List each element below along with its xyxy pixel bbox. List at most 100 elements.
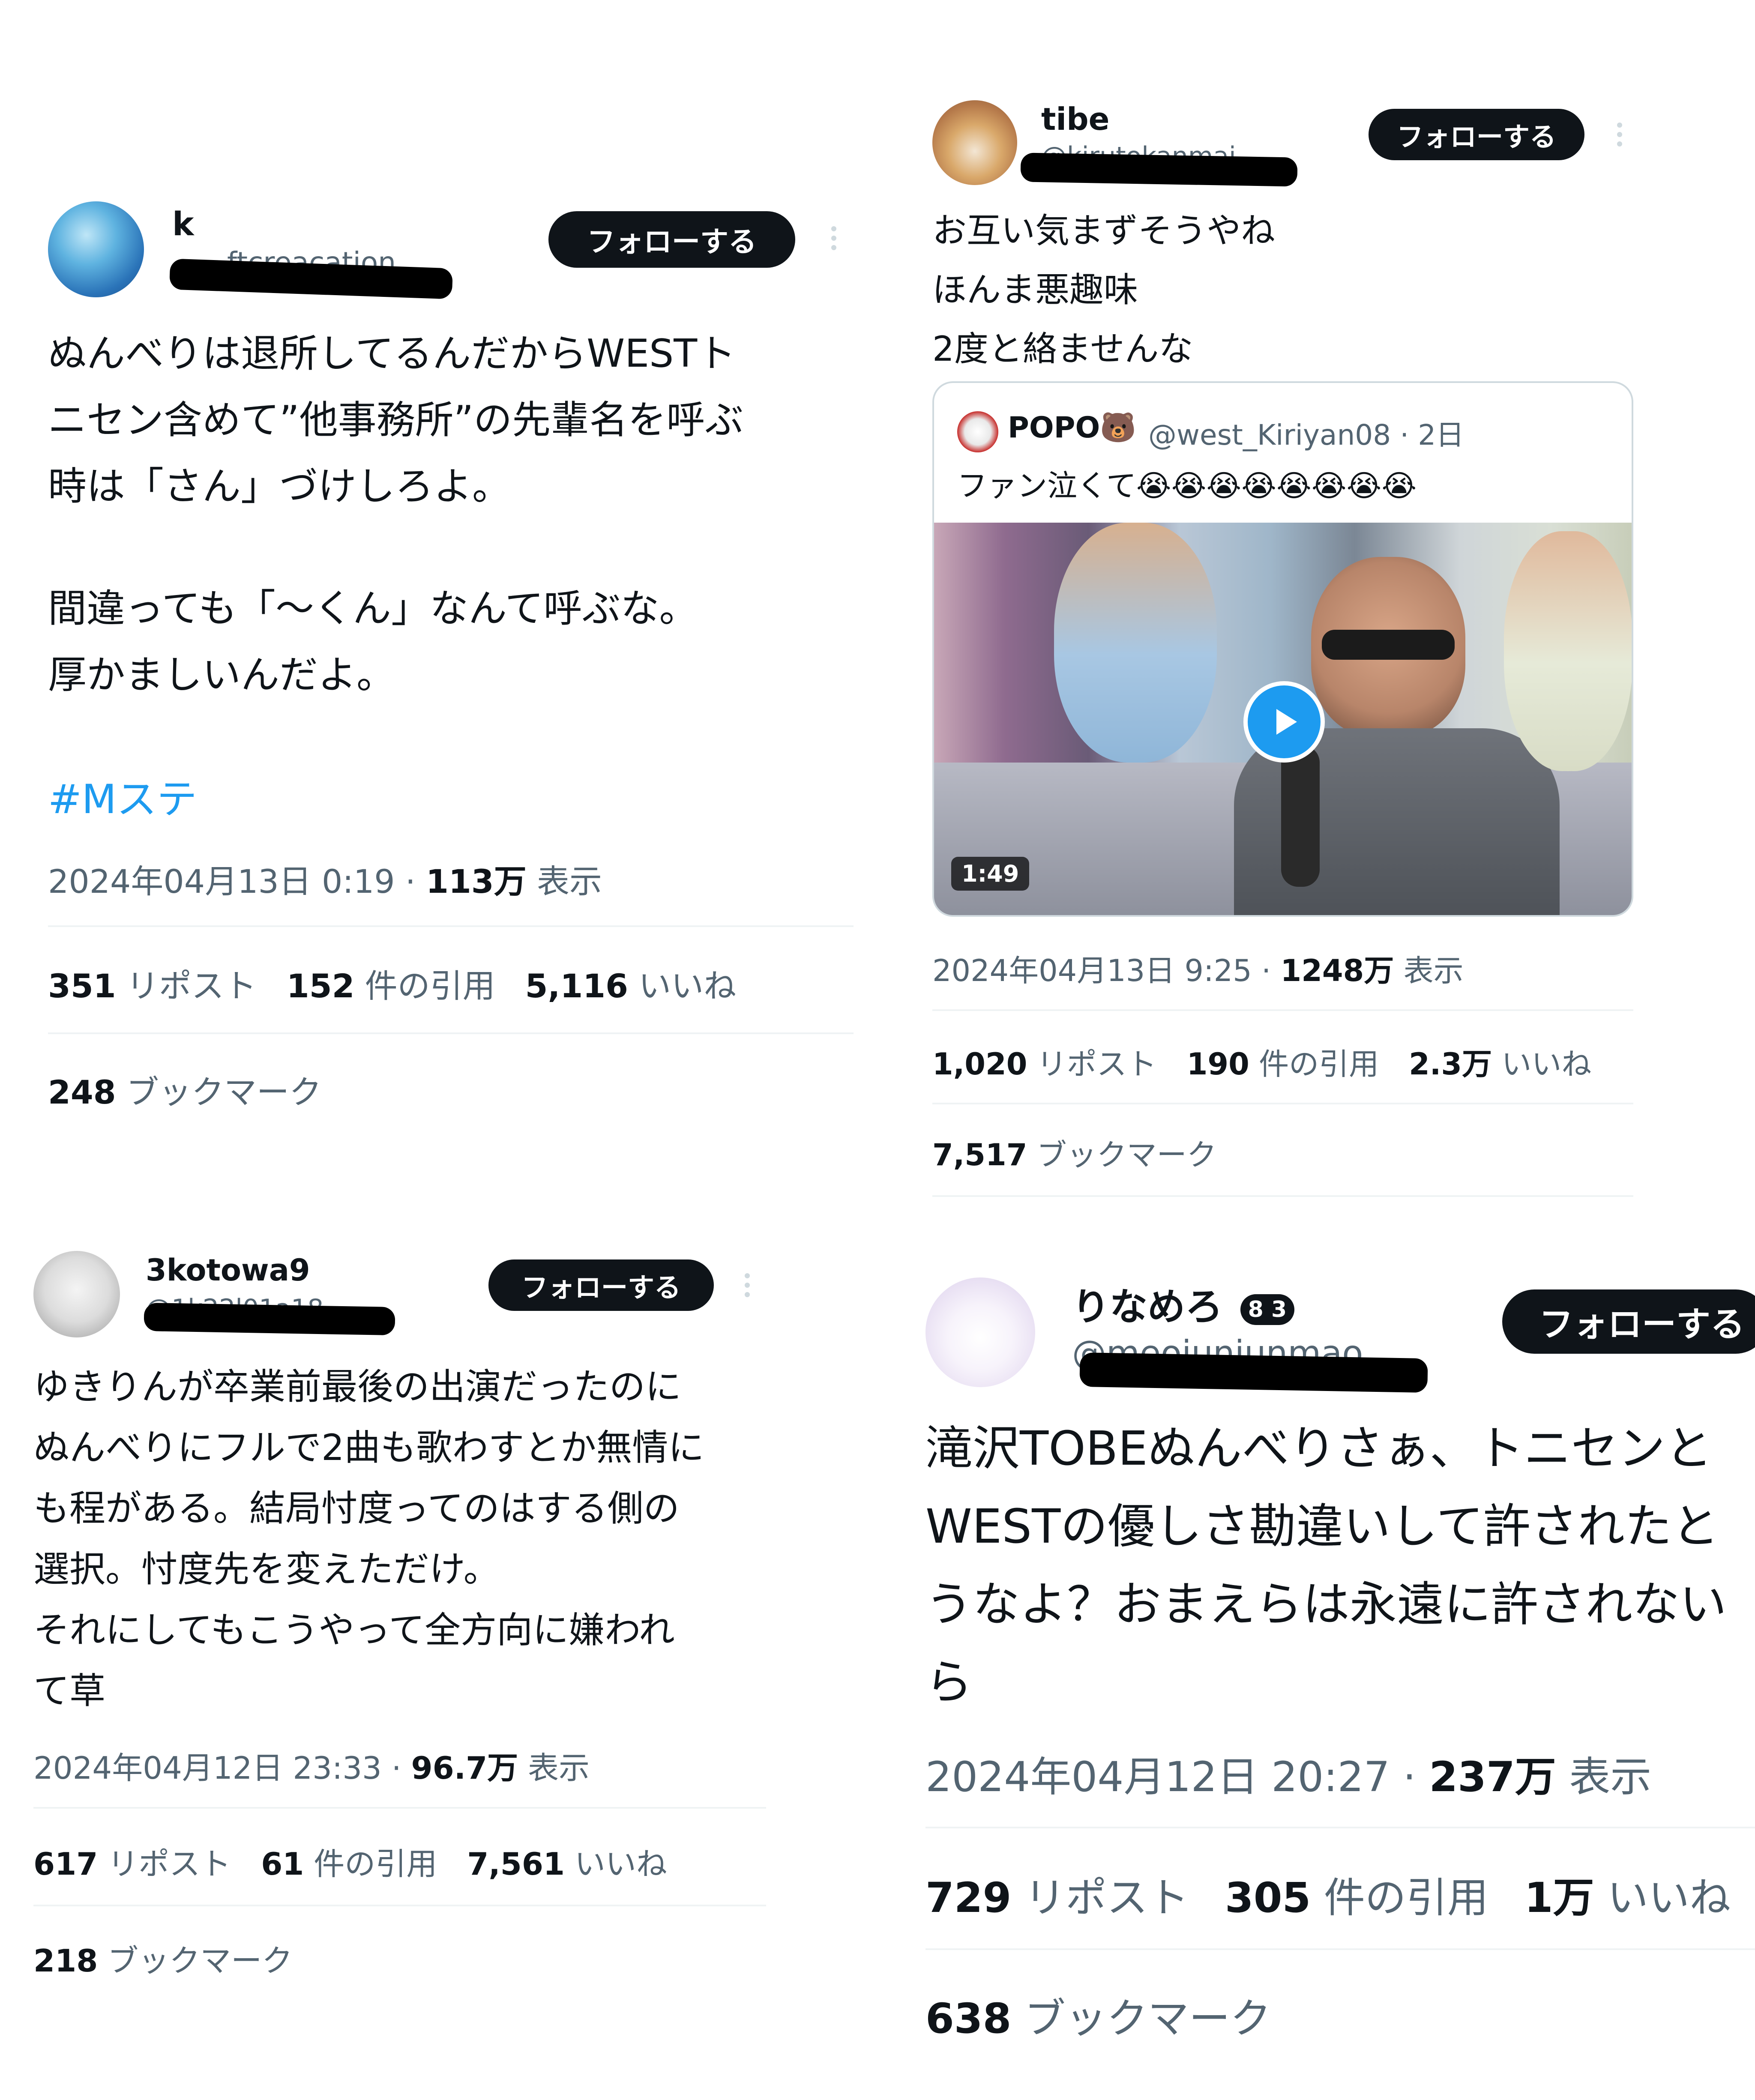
like-count[interactable]: 1万 いいね: [1524, 1864, 1731, 1924]
display-name[interactable]: 3kotowa9: [146, 1253, 310, 1288]
tweet-text-line: も程がある。結局忖度ってのはする側の: [33, 1487, 680, 1529]
engagement-stats: 617 リポスト 61 件の引用 7,561 いいね: [33, 1839, 697, 1884]
display-name-text: りなめろ: [1072, 1285, 1223, 1329]
display-name[interactable]: りなめろ 8 3: [1072, 1277, 1295, 1331]
bookmark-stats: 218 ブックマーク: [33, 1935, 293, 1980]
follow-button[interactable]: フォローする: [1369, 109, 1584, 160]
person-left: [1054, 523, 1217, 763]
tweet-text: ぬんべりは退所してるんだからWESTト ニセン含めて”他事務所”の先輩名を呼ぶ …: [48, 320, 743, 708]
bookmark-count[interactable]: 7,517 ブックマーク: [932, 1131, 1217, 1174]
view-label: 表示: [526, 862, 602, 900]
bookmark-count[interactable]: 218 ブックマーク: [33, 1935, 293, 1980]
tweet-meta: 2024年04月13日 9:25 · 1248万 表示: [932, 947, 1464, 990]
quoted-text: ファン泣くて😭😭😭😭😭😭😭😭: [957, 468, 1417, 503]
tweet-meta: 2024年04月13日 0:19 · 113万 表示: [48, 855, 602, 902]
person-right: [1504, 531, 1632, 771]
repost-count[interactable]: 351 リポスト: [48, 960, 257, 1007]
tweet-meta: 2024年04月12日 20:27 · 237万 表示: [925, 1744, 1651, 1803]
timestamp[interactable]: 2024年04月13日 0:19 ·: [48, 862, 426, 900]
view-count: 1248万: [1280, 953, 1394, 988]
engagement-stats: 1,020 リポスト 190 件の引用 2.3万 いいね: [932, 1040, 1621, 1083]
repost-count[interactable]: 617 リポスト: [33, 1839, 231, 1884]
like-count[interactable]: 2.3万 いいね: [1409, 1040, 1591, 1083]
tweet-text-line: 間違っても「〜くん」なんて呼ぶな。: [48, 586, 698, 631]
follow-button[interactable]: フォローする: [1502, 1289, 1755, 1354]
tweet-text-line: ぬんべりは退所してるんだからWESTト: [48, 331, 736, 376]
display-name[interactable]: k: [172, 205, 194, 243]
repost-count[interactable]: 729 リポスト: [925, 1864, 1189, 1924]
play-button-icon[interactable]: [1243, 681, 1325, 763]
tweet-text-line: ニセン含めて”他事務所”の先輩名を呼ぶ: [48, 398, 744, 443]
like-count[interactable]: 7,561 いいね: [467, 1839, 667, 1884]
view-count: 96.7万: [411, 1750, 518, 1786]
divider: [33, 1905, 766, 1906]
repost-count[interactable]: 1,020 リポスト: [932, 1040, 1157, 1083]
bookmark-count[interactable]: 638 ブックマーク: [925, 1985, 1271, 2045]
divider: [925, 1948, 1755, 1950]
avatar[interactable]: [925, 1277, 1035, 1387]
more-options-icon[interactable]: [1617, 123, 1622, 147]
tweet-text-line: 2度と絡ませんな: [932, 329, 1193, 369]
avatar[interactable]: [932, 100, 1017, 185]
video-thumbnail[interactable]: 1:49: [934, 523, 1632, 915]
bookmark-count[interactable]: 248 ブックマーク: [48, 1066, 322, 1113]
view-label: 表示: [1394, 953, 1464, 988]
tweet-text-line: ぬんべりにフルで2曲も歌わすとか無情に: [33, 1427, 704, 1469]
bookmark-stats: 638 ブックマーク: [925, 1985, 1271, 2045]
redaction-bar: [169, 258, 453, 299]
redaction-bar: [1079, 1352, 1428, 1393]
tweet-text-line: 滝沢TOBEぬんべりさぁ、トニセンと: [925, 1421, 1713, 1476]
more-options-icon[interactable]: [831, 226, 836, 250]
avatar[interactable]: [33, 1251, 120, 1337]
bookmark-stats: 7,517 ブックマーク: [932, 1131, 1217, 1174]
divider: [932, 1009, 1633, 1011]
view-label: 表示: [518, 1750, 590, 1786]
quote-count[interactable]: 61 件の引用: [261, 1839, 437, 1884]
view-count: 237万: [1429, 1753, 1556, 1801]
quoted-tweet[interactable]: POPO🐻 @west_Kiriyan08 · 2日 ファン泣くて😭😭😭😭😭😭😭…: [932, 381, 1633, 917]
tweet-text-line: それにしてもこうやって全方向に嫌われ: [33, 1609, 675, 1651]
divider: [48, 1032, 854, 1034]
tweet-text-line: 時は「さん」づけしろよ。: [48, 464, 511, 509]
redaction-bar: [1020, 153, 1298, 187]
quote-count[interactable]: 152 件の引用: [287, 960, 495, 1007]
tweet-text-line: ゆきりんが卒業前最後の出演だったのに: [33, 1366, 682, 1408]
hashtag-link[interactable]: #Mステ: [48, 767, 197, 825]
more-options-icon[interactable]: [745, 1273, 750, 1297]
tweet-text: お互い気まずそうやね ほんま悪趣味 2度と絡ませんな: [932, 201, 1275, 379]
tweet-text-line: て草: [33, 1670, 106, 1712]
like-count[interactable]: 5,116 いいね: [525, 960, 737, 1007]
quoted-display-name: POPO🐻: [1008, 411, 1136, 445]
divider: [932, 1103, 1633, 1104]
video-duration: 1:49: [951, 857, 1030, 891]
tweet-text-line: うなよ？おまえらは永遠に許されない: [925, 1577, 1727, 1632]
tweet-text-line: 選択。忖度先を変えただけ。: [33, 1548, 500, 1590]
divider: [33, 1807, 766, 1809]
quote-count[interactable]: 305 件の引用: [1225, 1864, 1488, 1924]
quoted-handle: @west_Kiriyan08 · 2日: [1148, 419, 1464, 452]
follow-button[interactable]: フォローする: [488, 1259, 714, 1311]
microphone: [1281, 745, 1320, 887]
timestamp[interactable]: 2024年04月12日 23:33 ·: [33, 1750, 411, 1786]
divider: [925, 1827, 1755, 1828]
view-label: 表示: [1556, 1753, 1652, 1801]
tweet-text: 滝沢TOBEぬんべりさぁ、トニセンと WESTの優しさ勘違いして許されたと うな…: [925, 1409, 1727, 1721]
timestamp[interactable]: 2024年04月13日 9:25 ·: [932, 953, 1281, 988]
follow-button[interactable]: フォローする: [548, 211, 795, 268]
timestamp[interactable]: 2024年04月12日 20:27 ·: [925, 1753, 1429, 1801]
tweet-text-line: [48, 520, 743, 575]
quote-count[interactable]: 190 件の引用: [1187, 1040, 1379, 1083]
engagement-stats: 351 リポスト 152 件の引用 5,116 いいね: [48, 960, 766, 1007]
divider: [48, 925, 854, 927]
tweet-text-line: ら: [925, 1655, 973, 1710]
tweet-text-line: WESTの優しさ勘違いして許されたと: [925, 1499, 1719, 1554]
divider: [932, 1195, 1633, 1197]
sunglasses: [1322, 630, 1455, 660]
tweet-text: ゆきりんが卒業前最後の出演だったのに ぬんべりにフルで2曲も歌わすとか無情に も…: [33, 1356, 704, 1721]
tweet-text-line: ほんま悪趣味: [932, 270, 1138, 310]
avatar[interactable]: [48, 201, 144, 297]
tweet-text-line: 厚かましいんだよ。: [48, 652, 395, 697]
display-name[interactable]: tibe: [1041, 101, 1109, 137]
quoted-avatar: [957, 411, 998, 452]
tweet-text-line: お互い気まずそうやね: [932, 211, 1275, 251]
